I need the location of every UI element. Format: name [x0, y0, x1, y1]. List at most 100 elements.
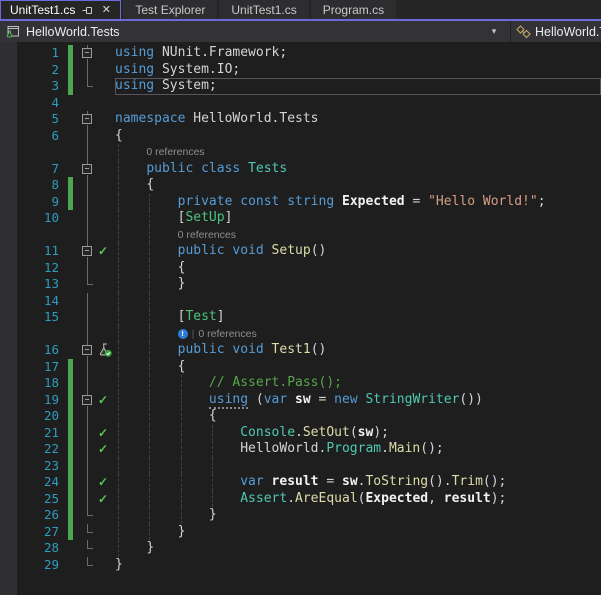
line-number[interactable]: 3 [17, 78, 66, 95]
code-line[interactable]: 28 } [0, 540, 601, 557]
code-editor[interactable]: 1 − using NUnit.Framework; 2 using System.IO… [0, 42, 601, 595]
line-number[interactable]: 6 [17, 128, 66, 145]
code-text[interactable]: { [115, 408, 601, 425]
line-number[interactable]: 9 [17, 194, 66, 211]
breakpoint-margin-cell[interactable] [0, 78, 17, 95]
breakpoint-margin-cell[interactable] [0, 458, 17, 475]
fold-margin[interactable] [76, 95, 98, 112]
breakpoint-margin-cell[interactable] [0, 474, 17, 491]
code-text[interactable]: { [115, 358, 601, 375]
tab-test-explorer[interactable]: Test Explorer [123, 0, 218, 19]
code-line[interactable]: 5 − namespace HelloWorld.Tests [0, 111, 601, 128]
chevron-down-icon[interactable]: ▾ [486, 21, 502, 42]
breakpoint-margin-cell[interactable] [0, 128, 17, 145]
line-number[interactable]: 10 [17, 210, 66, 227]
codelens-text-area[interactable]: ! | 0 references [115, 325, 601, 342]
code-text[interactable]: } [115, 507, 601, 524]
fold-margin[interactable] [76, 424, 98, 441]
code-line[interactable]: 14 [0, 292, 601, 309]
tab-program-cs[interactable]: Program.cs [310, 0, 397, 19]
line-number[interactable]: 7 [17, 161, 66, 178]
line-number[interactable]: 21 [17, 425, 66, 442]
line-number[interactable]: 24 [17, 474, 66, 491]
code-line[interactable]: 1 − using NUnit.Framework; [0, 45, 601, 62]
breakpoint-margin-cell[interactable] [0, 194, 17, 211]
code-line[interactable]: 17 { [0, 358, 601, 376]
breakpoint-margin-cell[interactable] [0, 161, 17, 178]
test-beaker-icon[interactable] [98, 343, 112, 357]
fold-margin[interactable] [76, 325, 98, 342]
code-text[interactable]: [Test] [115, 309, 601, 326]
code-text[interactable]: using System.IO; [115, 62, 601, 79]
line-number[interactable]: 4 [17, 95, 66, 112]
fold-margin[interactable] [76, 474, 98, 491]
code-text[interactable]: using System; [115, 78, 601, 95]
test-passed-icon[interactable]: ✓ [98, 476, 108, 488]
line-number[interactable]: 5 [17, 111, 66, 128]
fold-margin[interactable] [76, 556, 98, 574]
fold-margin[interactable]: − [76, 160, 98, 177]
code-line[interactable]: 12 { [0, 259, 601, 277]
fold-margin[interactable] [76, 375, 98, 392]
codelens-text-area[interactable]: 0 references [115, 226, 601, 244]
fold-margin[interactable] [76, 78, 98, 95]
codelens-text-area[interactable]: 0 references [115, 144, 601, 161]
code-line[interactable]: 7 − public class Tests [0, 160, 601, 178]
fold-margin[interactable] [76, 177, 98, 194]
fold-margin[interactable] [76, 441, 98, 458]
line-number[interactable]: 1 [17, 45, 66, 62]
fold-margin[interactable] [76, 490, 98, 507]
codelens-content[interactable]: 0 references [115, 144, 601, 161]
line-number[interactable]: 13 [17, 276, 66, 293]
fold-margin[interactable] [76, 292, 98, 309]
breakpoint-margin-cell[interactable] [0, 144, 17, 161]
breakpoint-margin-cell[interactable] [0, 408, 17, 425]
fold-margin[interactable] [76, 210, 98, 227]
line-number[interactable]: 26 [17, 507, 66, 524]
test-passed-icon[interactable]: ✓ [98, 245, 108, 257]
breakpoint-margin-cell[interactable] [0, 524, 17, 541]
fold-collapse-button[interactable]: − [82, 394, 92, 405]
code-text[interactable]: Assert.AreEqual(Expected, result); [115, 490, 601, 507]
line-number[interactable]: 25 [17, 491, 66, 508]
code-line[interactable]: 24 ✓ var result = sw.ToString().Trim(); [0, 474, 601, 491]
line-number[interactable] [17, 326, 66, 343]
breakpoint-margin-cell[interactable] [0, 210, 17, 227]
breakpoint-margin-cell[interactable] [0, 359, 17, 376]
line-number[interactable]: 8 [17, 177, 66, 194]
line-number[interactable]: 12 [17, 260, 66, 277]
fold-collapse-button[interactable]: − [82, 345, 92, 355]
codelens-content[interactable]: 0 references [115, 227, 601, 244]
test-passed-icon[interactable]: ✓ [98, 443, 108, 455]
code-text[interactable]: public void Setup() [115, 243, 601, 260]
fold-margin[interactable] [76, 259, 98, 276]
code-text[interactable] [115, 292, 601, 309]
breakpoint-margin-cell[interactable] [0, 227, 17, 244]
line-number[interactable]: 15 [17, 309, 66, 326]
code-line[interactable]: 8 { [0, 177, 601, 194]
code-line[interactable]: 11 − ✓ public void Setup() [0, 243, 601, 260]
tab-unittest1[interactable]: UnitTest1.cs [219, 0, 309, 19]
code-text[interactable]: } [115, 557, 601, 574]
codelens-row[interactable]: ! | 0 references [0, 325, 601, 343]
fold-margin[interactable]: − [76, 243, 98, 260]
code-text[interactable]: Console.SetOut(sw); [115, 424, 601, 441]
breakpoint-margin-cell[interactable] [0, 111, 17, 128]
breakpoint-margin-cell[interactable] [0, 276, 17, 293]
breakpoint-margin-cell[interactable] [0, 392, 17, 409]
close-icon[interactable]: ✕ [99, 3, 113, 17]
code-text[interactable]: var result = sw.ToString().Trim(); [115, 474, 601, 491]
fold-margin[interactable] [76, 309, 98, 326]
code-line[interactable]: 6{ [0, 127, 601, 145]
code-text[interactable]: private const string Expected = "Hello W… [115, 193, 601, 210]
breakpoint-margin-cell[interactable] [0, 177, 17, 194]
code-line[interactable]: 13 } [0, 276, 601, 293]
line-number[interactable]: 17 [17, 359, 66, 376]
fold-margin[interactable] [76, 276, 98, 293]
fold-collapse-button[interactable]: − [82, 246, 92, 256]
code-text[interactable]: } [115, 276, 601, 293]
line-number[interactable]: 20 [17, 408, 66, 425]
codelens-row[interactable]: 0 references [0, 226, 601, 244]
codelens-references-label[interactable]: 0 references [146, 146, 204, 158]
code-text[interactable]: // Assert.Pass(); [115, 375, 601, 392]
